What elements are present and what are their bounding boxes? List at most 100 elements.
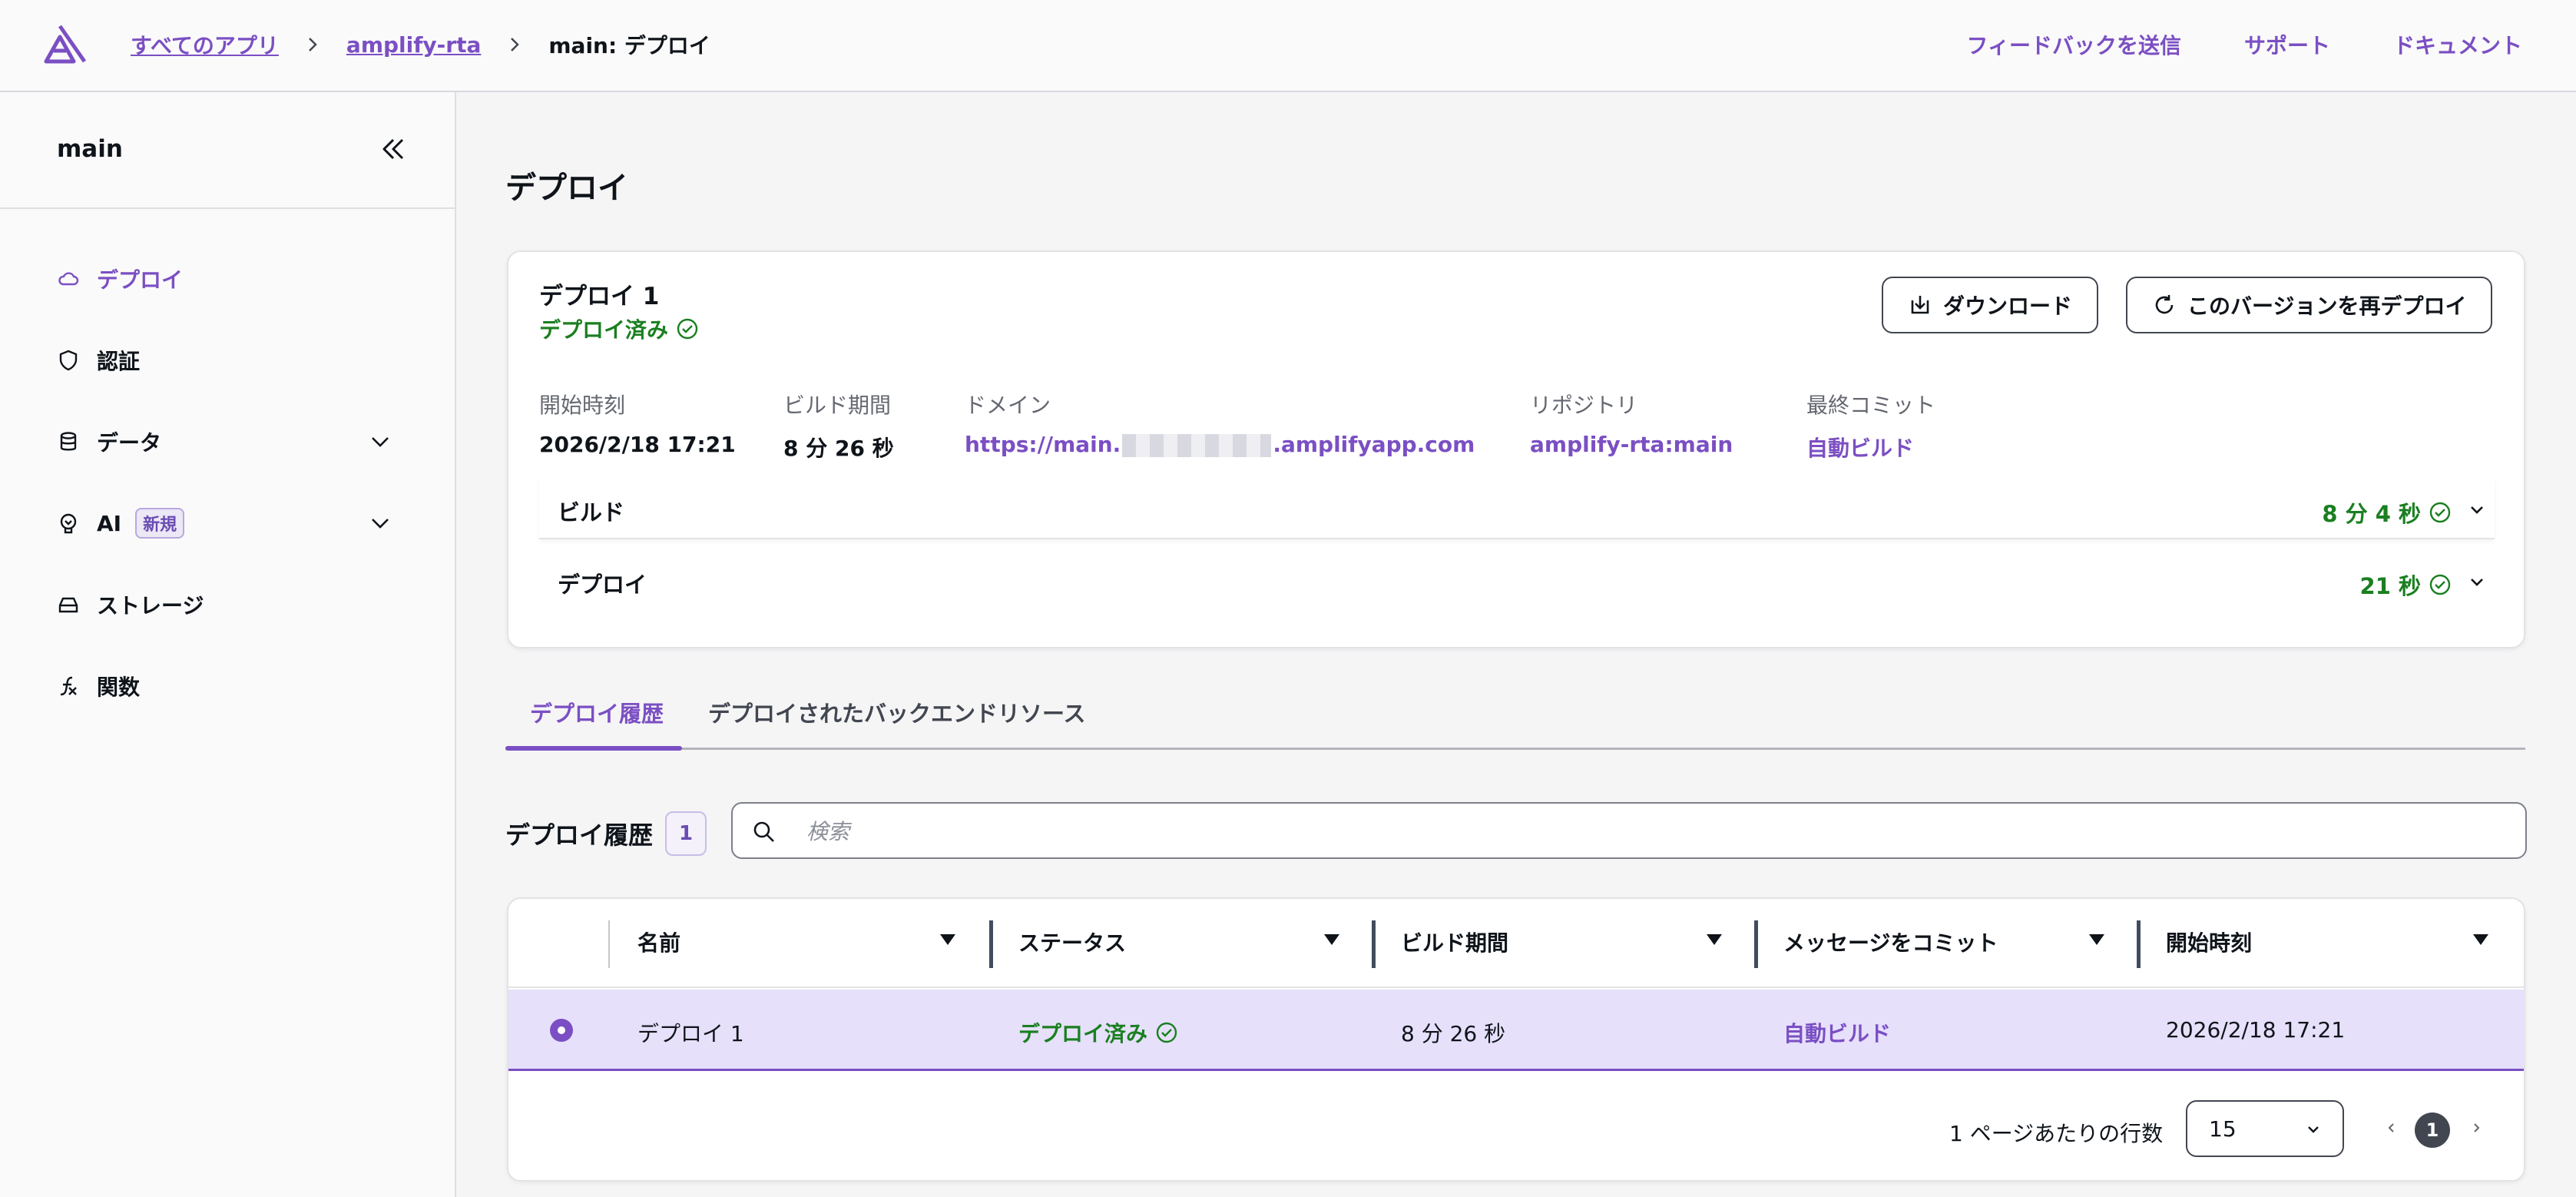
column-header-start-time[interactable]: 開始時刻 [2166, 927, 2252, 957]
chevron-down-icon[interactable] [2467, 499, 2487, 519]
sidebar-item-label: ストレージ [97, 593, 204, 618]
tabs: デプロイ履歴 デプロイされたバックエンドリソース [505, 678, 2525, 751]
rows-per-page-select[interactable]: 15 [2186, 1100, 2344, 1157]
page-title: デプロイ [505, 171, 628, 206]
database-icon [60, 432, 77, 451]
build-step-row[interactable]: ビルド 8 分 4 秒 [539, 475, 2495, 539]
history-header: デプロイ履歴 1 [505, 811, 707, 856]
history-title: デプロイ履歴 [505, 821, 654, 850]
chevron-right-icon [511, 38, 520, 51]
chevron-down-icon [2308, 1126, 2319, 1133]
status-text: デプロイ済み [1018, 1021, 1148, 1046]
rows-per-page-value: 15 [2209, 1116, 2237, 1142]
chevron-down-icon[interactable] [369, 430, 392, 453]
documentation-link[interactable]: ドキュメント [2393, 29, 2522, 60]
deployment-title: デプロイ 1 [539, 283, 660, 310]
column-resizer[interactable] [1372, 920, 1376, 968]
amplify-logo-icon[interactable] [43, 22, 88, 65]
sidebar-item-label: 認証 [97, 349, 141, 374]
column-header-name[interactable]: 名前 [637, 927, 680, 957]
sort-caret-icon[interactable] [1705, 933, 1723, 947]
sidebar: main デプロイ 認証 データ AI 新規 ストレージ 関数 [0, 92, 456, 1197]
domain-link[interactable]: https://main. .amplifyapp.com [965, 432, 1475, 457]
cell-status: デプロイ済み [1018, 1017, 1178, 1048]
collapse-sidebar-icon[interactable] [378, 134, 409, 164]
refresh-icon [2155, 295, 2174, 314]
meta-label: リポジトリ [1530, 393, 1638, 418]
breadcrumb: すべてのアプリ amplify-rta main: デプロイ [131, 29, 710, 60]
sidebar-item-label: デプロイ [97, 267, 184, 293]
current-page-button[interactable]: 1 [2415, 1112, 2450, 1148]
sidebar-item-data[interactable]: データ [0, 401, 456, 482]
redacted-text [1122, 434, 1272, 457]
meta-label: 最終コミット [1806, 393, 1936, 418]
step-duration: 21 秒 [2360, 569, 2452, 601]
check-circle-icon [1156, 1022, 1177, 1043]
meta-build-duration: ビルド期間 8 分 26 秒 [783, 389, 894, 463]
duration-text: 8 分 4 秒 [2322, 501, 2421, 527]
sort-caret-icon[interactable] [2472, 933, 2490, 947]
chevron-right-icon [309, 38, 317, 51]
tab-deploy-history[interactable]: デプロイ履歴 [530, 696, 664, 728]
search-input[interactable] [806, 813, 2496, 850]
cell-name: デプロイ 1 [637, 1021, 744, 1046]
storage-icon [58, 597, 78, 613]
meta-last-commit: 最終コミット 自動ビルド [1806, 389, 1935, 463]
cloud-icon [58, 272, 79, 286]
sidebar-item-storage[interactable]: ストレージ [0, 564, 456, 645]
table-row[interactable]: デプロイ 1 デプロイ済み 8 分 26 秒 自動ビルド 2026/2/18 1… [508, 990, 2524, 1071]
breadcrumb-app-link[interactable]: amplify-rta [346, 32, 481, 58]
tab-backend-resources[interactable]: デプロイされたバックエンドリソース [708, 696, 1086, 728]
cell-start-time: 2026/2/18 17:21 [2166, 1017, 2346, 1043]
column-header-build-duration[interactable]: ビルド期間 [1401, 927, 1508, 957]
breadcrumb-all-apps-link[interactable]: すべてのアプリ [131, 29, 279, 60]
repository-link[interactable]: amplify-rta:main [1530, 432, 1733, 457]
sidebar-item-functions[interactable]: 関数 [0, 645, 456, 727]
next-page-icon[interactable] [2468, 1120, 2484, 1136]
row-select-radio[interactable] [550, 1019, 573, 1042]
support-link[interactable]: サポート [2244, 29, 2330, 60]
sidebar-item-auth[interactable]: 認証 [0, 320, 456, 401]
sidebar-nav: デプロイ 認証 データ AI 新規 ストレージ 関数 [0, 238, 456, 727]
active-tab-indicator [505, 746, 682, 751]
deploy-step-row[interactable]: デプロイ 21 秒 [539, 547, 2495, 612]
sort-caret-icon[interactable] [939, 933, 957, 947]
sidebar-header: main [0, 92, 455, 209]
column-header-status[interactable]: ステータス [1018, 927, 1126, 957]
sidebar-item-ai[interactable]: AI 新規 [0, 482, 456, 564]
chevron-down-icon[interactable] [2467, 572, 2487, 592]
status-text: デプロイ済み [539, 317, 669, 343]
column-resizer[interactable] [1754, 920, 1758, 968]
new-badge: 新規 [135, 508, 185, 539]
previous-page-icon[interactable] [2384, 1120, 2399, 1136]
sort-caret-icon[interactable] [2088, 933, 2106, 947]
column-header-commit-message[interactable]: メッセージをコミット [1783, 927, 1998, 957]
column-resizer[interactable] [989, 920, 993, 968]
feedback-link[interactable]: フィードバックを送信 [1967, 29, 2181, 60]
check-circle-icon [677, 318, 698, 340]
redeploy-label: このバージョンを再デプロイ [2187, 293, 2467, 319]
search-icon [753, 821, 774, 842]
download-label: ダウンロード [1943, 293, 2073, 319]
redeploy-button[interactable]: このバージョンを再デプロイ [2126, 277, 2493, 333]
meta-label: ビルド期間 [783, 393, 892, 418]
step-duration: 8 分 4 秒 [2322, 496, 2452, 529]
branch-title: main [57, 135, 123, 163]
download-button[interactable]: ダウンロード [1882, 277, 2099, 333]
meta-domain: ドメイン https://main. .amplifyapp.com [965, 389, 1475, 457]
sidebar-item-deploy[interactable]: デプロイ [0, 238, 456, 320]
last-commit-link[interactable]: 自動ビルド [1806, 432, 1935, 463]
function-icon [60, 676, 77, 696]
column-divider [608, 920, 610, 968]
deploy-history-table: 名前 ステータス ビルド期間 メッセージをコミット 開始時刻 デプロイ 1 デプ… [507, 897, 2525, 1182]
sort-caret-icon[interactable] [1323, 933, 1341, 947]
meta-value: 8 分 26 秒 [783, 436, 894, 461]
cell-commit-link[interactable]: 自動ビルド [1783, 1017, 1891, 1048]
chevron-down-icon[interactable] [369, 512, 392, 535]
duration-text: 21 秒 [2359, 573, 2421, 599]
check-circle-icon [2429, 502, 2451, 523]
column-resizer[interactable] [2137, 920, 2141, 968]
domain-suffix: .amplifyapp.com [1273, 432, 1475, 457]
domain-prefix: https://main. [965, 432, 1121, 457]
meta-label: ドメイン [965, 393, 1051, 418]
